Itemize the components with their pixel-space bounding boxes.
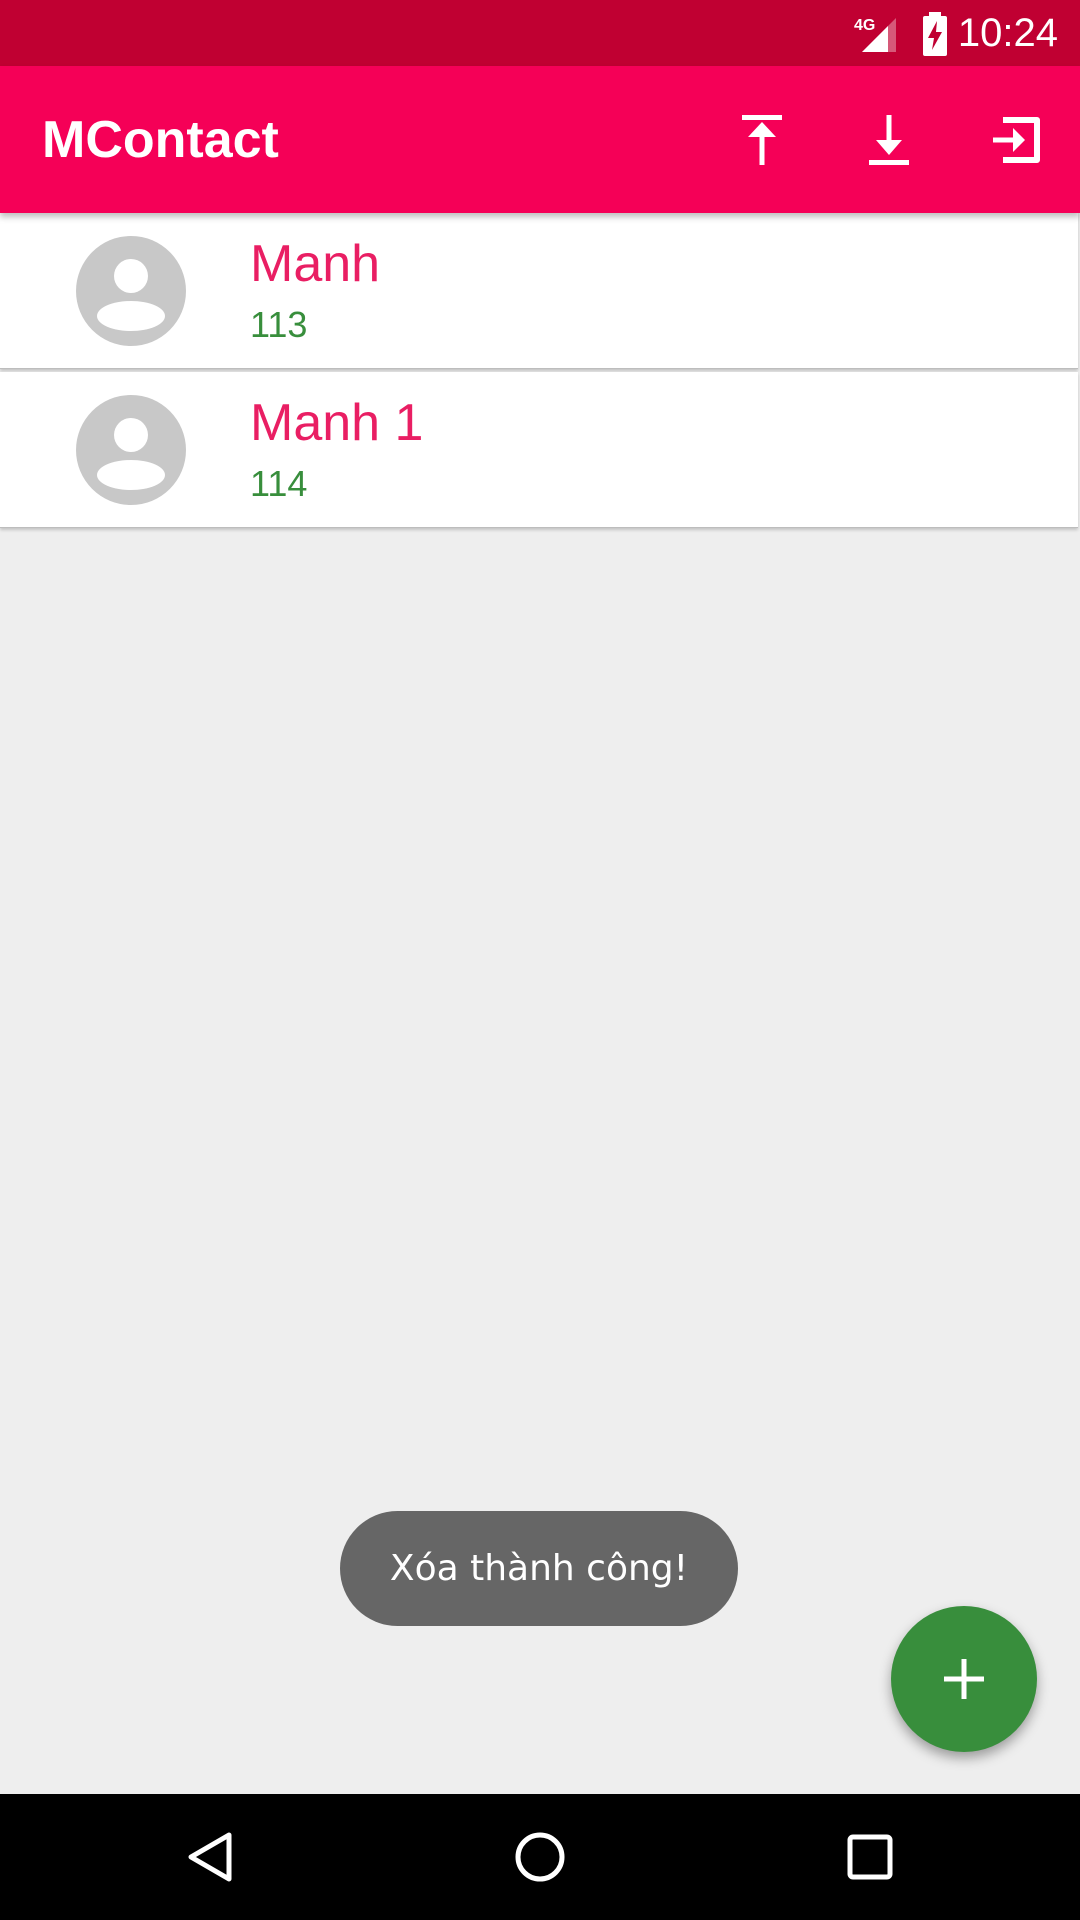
- navigation-bar: [0, 1794, 1080, 1920]
- home-button[interactable]: [505, 1822, 575, 1892]
- download-icon: [869, 115, 909, 165]
- signal-4g-icon: 4G: [854, 17, 896, 52]
- back-button[interactable]: [175, 1822, 245, 1892]
- upload-button[interactable]: [724, 102, 800, 178]
- add-contact-button[interactable]: [891, 1606, 1037, 1752]
- exit-icon: [993, 117, 1040, 163]
- svg-text:4G: 4G: [854, 17, 875, 34]
- plus-icon: [944, 1659, 984, 1699]
- person-icon: [76, 395, 186, 505]
- back-icon: [188, 1832, 232, 1882]
- upload-icon: [742, 115, 782, 165]
- recents-icon: [847, 1834, 893, 1880]
- person-icon: [76, 236, 186, 346]
- contact-list: Manh 113 Manh 1 114: [0, 213, 1080, 531]
- contact-name: Manh: [250, 235, 381, 293]
- contact-phone: 114: [250, 463, 308, 504]
- download-button[interactable]: [851, 102, 927, 178]
- status-time: 10:24: [957, 11, 1058, 55]
- contact-row[interactable]: Manh 113: [0, 213, 1078, 369]
- contact-row[interactable]: Manh 1 114: [0, 372, 1078, 528]
- toast-message: Xóa thành công!: [340, 1511, 738, 1626]
- app-title: MContact: [42, 111, 279, 169]
- recents-button[interactable]: [835, 1822, 905, 1892]
- battery-charging-icon: [923, 12, 947, 56]
- home-icon: [515, 1832, 565, 1882]
- contact-name: Manh 1: [250, 394, 424, 452]
- contact-phone: 113: [250, 304, 308, 345]
- status-bar: 4G 10:24: [0, 0, 1080, 66]
- app-bar: MContact: [0, 66, 1080, 213]
- exit-button[interactable]: [978, 102, 1054, 178]
